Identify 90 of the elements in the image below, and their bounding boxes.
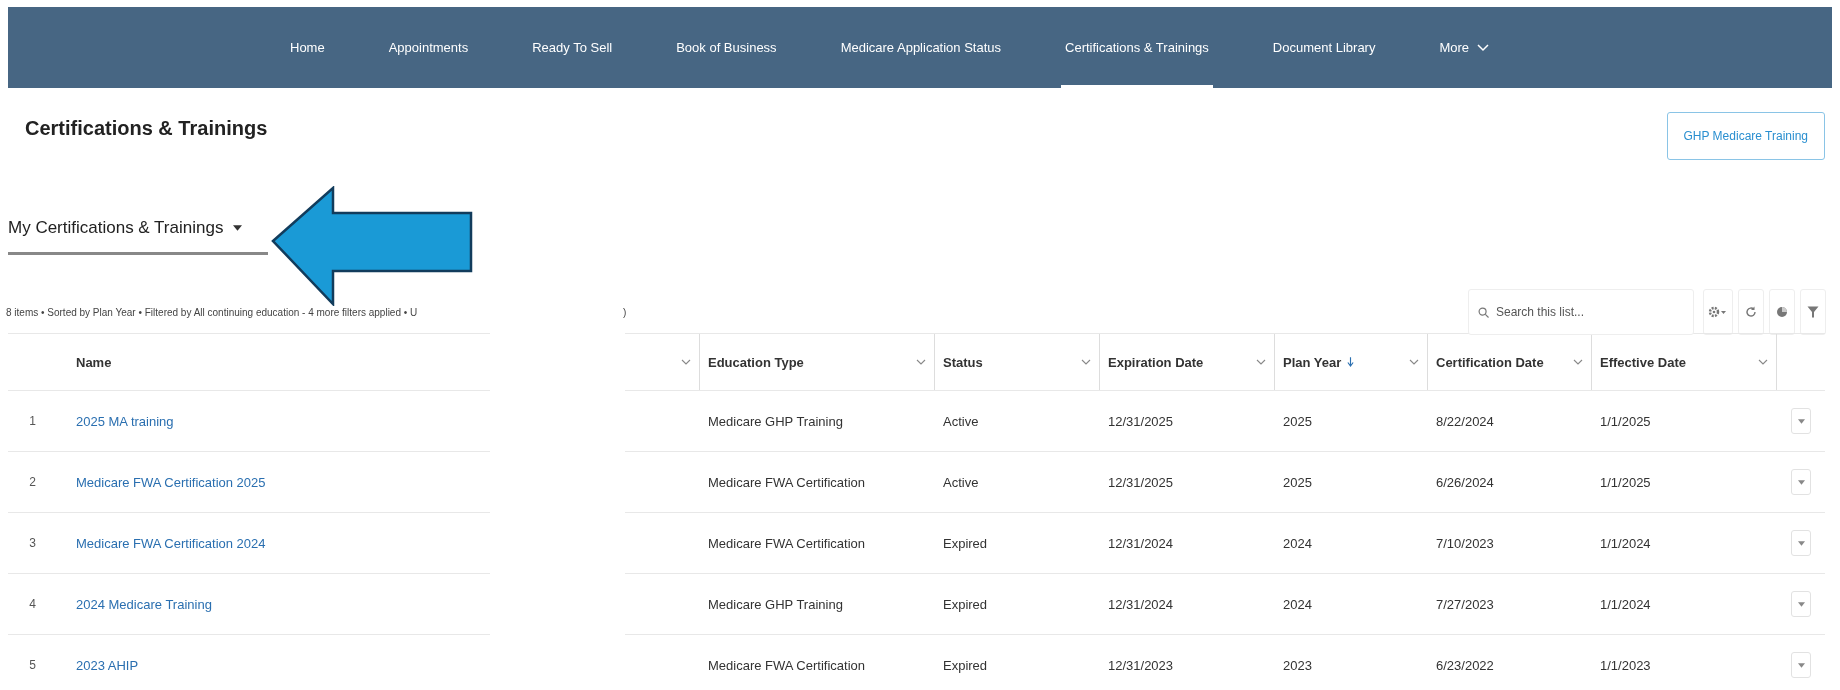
- table-cell: 1/1/2025: [1600, 474, 1651, 490]
- table-cell: 2023: [1283, 657, 1312, 673]
- search-field[interactable]: Search this list...: [1468, 289, 1694, 335]
- column-header[interactable]: Expiration Date: [1108, 354, 1204, 370]
- search-icon: [1478, 307, 1489, 318]
- table-cell: 1/1/2025: [1600, 413, 1651, 429]
- chart-button[interactable]: [1769, 289, 1795, 335]
- column-header[interactable]: Certification Date: [1436, 354, 1544, 370]
- table-cell: Medicare FWA Certification: [708, 474, 865, 490]
- table-cell: 1/1/2023: [1600, 657, 1651, 673]
- caret-icon: [1797, 601, 1805, 607]
- nav-menu[interactable]: More: [1435, 7, 1494, 88]
- column-header[interactable]: Status: [943, 354, 983, 370]
- table-cell: Expired: [943, 657, 988, 673]
- filter-icon: [1807, 306, 1819, 318]
- record-link[interactable]: Medicare FWA Certification 2025: [76, 474, 266, 490]
- training-button[interactable]: GHP Medicare Training: [1666, 112, 1825, 160]
- row-action-button[interactable]: [1791, 469, 1811, 495]
- row-number: 5: [28, 658, 37, 672]
- table-cell: Medicare FWA Certification: [708, 657, 865, 673]
- gear-icon: [1708, 306, 1728, 318]
- table-cell: Active: [943, 413, 979, 429]
- row-number: 2: [28, 475, 37, 489]
- chevron-icon[interactable]: [1081, 359, 1091, 365]
- column-header[interactable]: Education Type: [708, 354, 804, 370]
- record-link[interactable]: 2024 Medicare Training: [76, 596, 212, 612]
- chevron-icon[interactable]: [1409, 359, 1419, 365]
- column-header[interactable]: Plan Year: [1283, 354, 1355, 370]
- record-link[interactable]: 2023 AHIP: [76, 657, 139, 673]
- caret-icon: [1797, 418, 1805, 424]
- column-header[interactable]: Effective Date: [1600, 354, 1686, 370]
- row-action-button[interactable]: [1791, 530, 1811, 556]
- table-cell: 6/23/2022: [1436, 657, 1494, 673]
- list-view-selector[interactable]: My Certifications & Trainings: [8, 218, 268, 255]
- refresh-icon: [1745, 306, 1757, 318]
- table-cell: 2025: [1283, 474, 1312, 490]
- chevron-icon[interactable]: [1573, 359, 1583, 365]
- table-cell: 1/1/2024: [1600, 596, 1651, 612]
- list-info: 8 items • Sorted by Plan Year • Filtered by All continuing education - 4 more filters applied • U: [5, 306, 419, 318]
- table-cell: 2024: [1283, 596, 1312, 612]
- filter-button[interactable]: [1800, 289, 1826, 335]
- nav-tab[interactable]: Certifications & Trainings: [1061, 7, 1213, 88]
- table-cell: 12/31/2023: [1108, 657, 1174, 673]
- list-info-fragment: ): [623, 306, 627, 318]
- nav-tab[interactable]: Ready To Sell: [528, 7, 617, 88]
- row-action-button[interactable]: [1791, 652, 1811, 678]
- table-cell: Expired: [943, 535, 988, 551]
- refresh-button[interactable]: [1738, 289, 1764, 335]
- table-cell: 2025: [1283, 413, 1312, 429]
- nav-tab[interactable]: Document Library: [1268, 7, 1380, 88]
- table-cell: 12/31/2024: [1108, 596, 1174, 612]
- row-action-button[interactable]: [1791, 591, 1811, 617]
- nav-tab[interactable]: Medicare Application Status: [836, 7, 1006, 88]
- sort-arrow-icon: [1347, 356, 1355, 368]
- table-cell: 1/1/2024: [1600, 535, 1651, 551]
- chevron-icon[interactable]: [916, 359, 926, 365]
- settings-button[interactable]: [1703, 289, 1733, 335]
- table-cell: Expired: [943, 596, 988, 612]
- table-cell: Medicare GHP Training: [708, 596, 843, 612]
- row-number: 1: [28, 414, 37, 428]
- chevron-icon[interactable]: [681, 359, 691, 365]
- table-cell: 12/31/2025: [1108, 413, 1174, 429]
- nav-tab[interactable]: Home: [286, 7, 329, 88]
- table-cell: 12/31/2025: [1108, 474, 1174, 490]
- chevron-icon[interactable]: [1758, 359, 1768, 365]
- table-cell: 2024: [1283, 535, 1312, 551]
- caret-icon: [233, 225, 243, 231]
- table-cell: 6/26/2024: [1436, 474, 1494, 490]
- table-cell: 7/10/2023: [1436, 535, 1494, 551]
- page-title: Certifications & Trainings: [25, 116, 268, 140]
- chevron-down-icon: [1477, 43, 1490, 52]
- row-number: 3: [28, 536, 37, 550]
- caret-icon: [1797, 662, 1805, 668]
- caret-icon: [1797, 479, 1805, 485]
- record-link[interactable]: 2025 MA training: [76, 413, 174, 429]
- table-cell: 8/22/2024: [1436, 413, 1494, 429]
- nav-tab[interactable]: Book of Business: [672, 7, 781, 88]
- table-cell: 12/31/2024: [1108, 535, 1174, 551]
- record-link[interactable]: Medicare FWA Certification 2024: [76, 535, 266, 551]
- row-number: 4: [28, 597, 37, 611]
- column-header[interactable]: Name: [76, 354, 112, 370]
- table-cell: Medicare GHP Training: [708, 413, 843, 429]
- chevron-icon[interactable]: [1256, 359, 1266, 365]
- table-cell: Active: [943, 474, 979, 490]
- caret-icon: [1797, 540, 1805, 546]
- table-cell: 7/27/2023: [1436, 596, 1494, 612]
- table-cell: Medicare FWA Certification: [708, 535, 865, 551]
- row-action-button[interactable]: [1791, 408, 1811, 434]
- pie-chart-icon: [1776, 306, 1788, 318]
- nav-tab[interactable]: Appointments: [384, 7, 473, 88]
